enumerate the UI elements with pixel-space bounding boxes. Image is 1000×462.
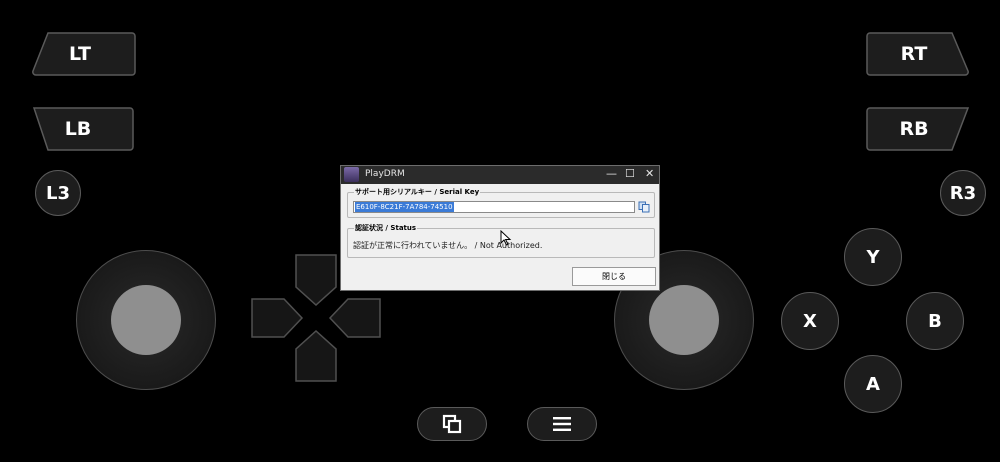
- overlapping-squares-icon: [442, 414, 462, 434]
- close-dialog-button[interactable]: 閉じる: [572, 267, 656, 286]
- a-button[interactable]: A: [844, 355, 902, 413]
- dpad-down[interactable]: [295, 329, 337, 382]
- dpad-up[interactable]: [295, 254, 337, 307]
- y-button[interactable]: Y: [844, 228, 902, 286]
- app-avatar-icon: [344, 167, 359, 182]
- lb-label: LB: [64, 118, 92, 140]
- left-stick-knob[interactable]: [111, 285, 181, 355]
- l3-button[interactable]: L3: [35, 170, 81, 216]
- mouse-cursor-icon: [500, 230, 512, 246]
- minimize-button[interactable]: —: [606, 167, 617, 180]
- dialog-title: PlayDRM: [365, 169, 405, 179]
- playdrm-dialog: PlayDRM — ☐ ✕ サポート用シリアルキー / Serial Key E…: [340, 165, 660, 291]
- lt-button[interactable]: LT: [32, 31, 136, 77]
- lt-label: LT: [69, 43, 91, 65]
- x-button[interactable]: X: [781, 292, 839, 350]
- windows-button[interactable]: [417, 407, 487, 441]
- y-label: Y: [866, 246, 880, 268]
- r3-label: R3: [949, 182, 977, 204]
- x-label: X: [803, 310, 817, 332]
- rt-label: RT: [900, 43, 928, 65]
- status-group-label: 認証状況 / Status: [354, 223, 418, 233]
- dpad-right[interactable]: [328, 298, 381, 338]
- serial-key-group-label: サポート用シリアルキー / Serial Key: [354, 187, 481, 197]
- b-button[interactable]: B: [906, 292, 964, 350]
- right-stick-knob[interactable]: [649, 285, 719, 355]
- copy-icon[interactable]: [638, 201, 650, 213]
- rt-button[interactable]: RT: [866, 31, 969, 77]
- menu-button[interactable]: [527, 407, 597, 441]
- hamburger-menu-icon: [553, 417, 571, 431]
- dialog-titlebar[interactable]: PlayDRM — ☐ ✕: [341, 166, 659, 184]
- lb-button[interactable]: LB: [30, 106, 134, 152]
- r3-button[interactable]: R3: [940, 170, 986, 216]
- rb-button[interactable]: RB: [866, 106, 970, 152]
- status-text: 認証が正常に行われていません。 / Not Authorized.: [353, 241, 543, 250]
- serial-key-value: E610F-8C21F-7A784-74510: [355, 202, 454, 212]
- a-label: A: [866, 373, 880, 395]
- serial-key-field[interactable]: E610F-8C21F-7A784-74510: [353, 201, 635, 213]
- b-label: B: [928, 310, 942, 332]
- maximize-button[interactable]: ☐: [625, 167, 635, 180]
- l3-label: L3: [46, 182, 70, 204]
- dpad-left[interactable]: [251, 298, 304, 338]
- close-window-button[interactable]: ✕: [645, 167, 654, 180]
- rb-label: RB: [899, 118, 929, 140]
